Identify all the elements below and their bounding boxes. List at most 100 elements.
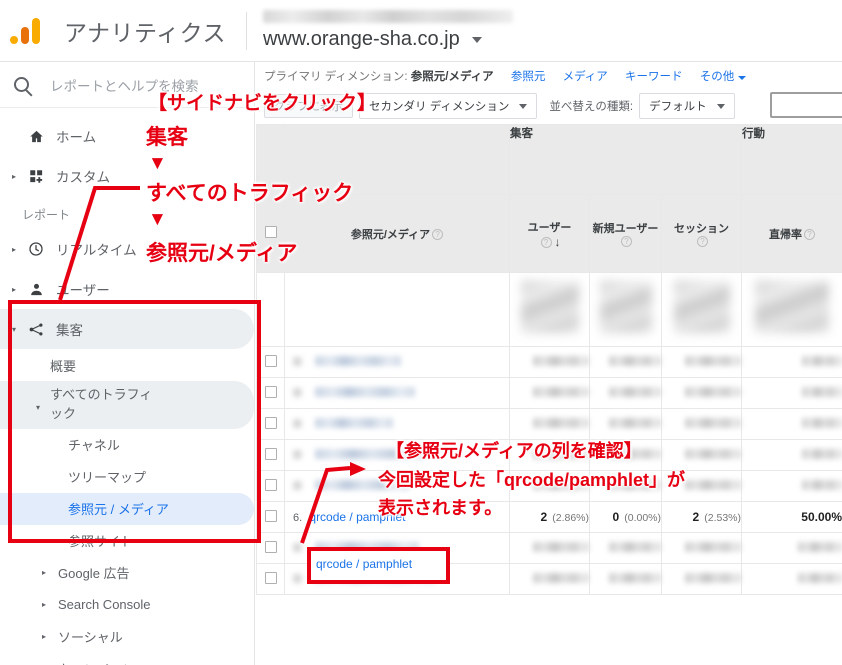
sidebar-item-label: ソーシャル bbox=[58, 630, 123, 646]
row-users-percent: (2.86%) bbox=[552, 512, 589, 524]
dimension-link-medium[interactable]: メディア bbox=[563, 71, 608, 83]
row-number-redacted bbox=[293, 418, 302, 428]
row-users-value: 2 bbox=[540, 510, 548, 524]
table-row[interactable] bbox=[256, 408, 842, 440]
dimension-link-source[interactable]: 参照元 bbox=[511, 71, 546, 83]
property-selector[interactable]: www.orange-sha.co.jp bbox=[262, 10, 513, 51]
chevron-right-icon: ▸ bbox=[41, 632, 46, 642]
sidebar-subitem-all-traffic[interactable]: ▾ すべてのトラフィック bbox=[0, 381, 254, 429]
property-name-row[interactable]: www.orange-sha.co.jp bbox=[263, 28, 513, 51]
clock-icon bbox=[22, 241, 50, 257]
row-checkbox[interactable] bbox=[256, 532, 285, 564]
row-checkbox[interactable] bbox=[256, 439, 285, 471]
column-header-label: セッション bbox=[674, 222, 729, 235]
secondary-dimension-button[interactable]: セカンダリ ディメンション bbox=[359, 93, 538, 119]
sidebar-item-label: キャンペーン bbox=[58, 659, 135, 665]
chevron-right-icon: ▸ bbox=[11, 244, 16, 254]
sidebar-item-users[interactable]: ▸ ユーザー bbox=[0, 269, 254, 309]
sidebar-item-label: ユーザー bbox=[56, 283, 110, 298]
table-row[interactable] bbox=[256, 346, 842, 378]
row-number-redacted bbox=[293, 387, 302, 397]
primary-dimension-current: 参照元/メディア bbox=[410, 71, 494, 83]
row-checkbox[interactable] bbox=[256, 563, 285, 595]
row-checkbox[interactable] bbox=[256, 501, 285, 533]
sidebar-item-campaigns[interactable]: ▸ キャンペーン bbox=[0, 653, 254, 665]
column-header-sessions[interactable]: セッション ? bbox=[661, 194, 742, 273]
sidebar-item-label: 集客 bbox=[56, 323, 83, 338]
column-header-label: 新規ユーザー bbox=[592, 222, 659, 235]
column-header-label: 参照元/メディア bbox=[350, 228, 431, 241]
sidebar-subitem-label: 参照元 / メディア bbox=[68, 502, 169, 518]
row-checkbox[interactable] bbox=[256, 377, 285, 409]
row-checkbox[interactable] bbox=[256, 346, 285, 378]
custom-grid-icon bbox=[22, 169, 50, 184]
caret-down-icon bbox=[716, 103, 725, 109]
row-label-redacted bbox=[315, 572, 436, 583]
sidebar-subitem-overview[interactable]: 概要 bbox=[0, 349, 254, 381]
annotation-table-title: 【参照元/メディアの列を確認】 bbox=[386, 441, 642, 461]
chevron-right-icon: ▸ bbox=[41, 600, 46, 610]
row-number-redacted bbox=[293, 480, 302, 490]
dimension-link-other[interactable]: その他 bbox=[700, 71, 735, 83]
primary-dimension-bar: プライマリ ディメンション: 参照元/メディア 参照元 メディア キーワード そ… bbox=[256, 62, 842, 88]
help-icon[interactable]: ? bbox=[621, 236, 632, 248]
annotation-nav-step2: すべてのトラフィック bbox=[146, 182, 354, 205]
group-header-behavior: 行動 bbox=[741, 124, 842, 195]
sidebar-item-google-ads[interactable]: ▸ Google 広告 bbox=[0, 557, 254, 589]
table-row[interactable] bbox=[256, 377, 842, 409]
caret-down-icon bbox=[738, 76, 747, 80]
caret-down-icon bbox=[472, 36, 483, 43]
row-number-redacted bbox=[293, 449, 302, 459]
column-header-bounce-rate[interactable]: 直帰率? bbox=[741, 194, 842, 273]
sidebar-subitem-label: すべてのトラフィック bbox=[50, 387, 153, 421]
table-summary-row bbox=[256, 272, 842, 347]
sidebar-subitem-channels[interactable]: チャネル bbox=[0, 429, 254, 461]
row-number-redacted bbox=[293, 573, 302, 583]
sidebar-item-label: Search Console bbox=[58, 597, 151, 613]
sidebar-item-search-console[interactable]: ▸ Search Console bbox=[0, 589, 254, 621]
annotation-nav-step1: 集客 bbox=[146, 126, 188, 149]
sidebar-subitem-label: 参照サイト bbox=[68, 534, 134, 550]
help-icon[interactable]: ? bbox=[804, 229, 815, 241]
dimension-link-keyword[interactable]: キーワード bbox=[625, 71, 683, 83]
sidebar-subitem-treemaps[interactable]: ツリーマップ bbox=[0, 461, 254, 493]
arrow-down-icon: ↓ bbox=[554, 234, 561, 249]
help-icon[interactable]: ? bbox=[697, 236, 708, 248]
sidebar: レポートとヘルプを検索 ▸ ホーム ▸ カスタム レポート bbox=[0, 62, 255, 665]
column-header-new-users[interactable]: 新規ユーザー? bbox=[589, 194, 662, 273]
annotation-nav-step3: 参照元/メディア bbox=[146, 242, 298, 265]
person-icon bbox=[22, 282, 50, 297]
row-checkbox[interactable] bbox=[256, 470, 285, 502]
row-new-users-cell bbox=[589, 346, 662, 378]
property-name: www.orange-sha.co.jp bbox=[262, 28, 460, 50]
sidebar-subitem-referrals[interactable]: 参照サイト bbox=[0, 525, 254, 557]
sidebar-item-label: Google 広告 bbox=[58, 566, 130, 582]
row-label-redacted bbox=[315, 541, 420, 552]
sidebar-item-acquisition[interactable]: ▾ 集客 bbox=[0, 309, 254, 349]
row-dimension-cell bbox=[284, 346, 510, 378]
row-bounce-cell bbox=[741, 346, 842, 378]
sidebar-item-home[interactable]: ▸ ホーム bbox=[0, 116, 254, 156]
sort-type-select[interactable]: デフォルト bbox=[639, 93, 735, 119]
sidebar-subitem-source-medium[interactable]: 参照元 / メディア bbox=[0, 492, 254, 525]
row-new-users-value: 0 bbox=[612, 510, 620, 524]
row-users-cell: 2 (2.86%) bbox=[509, 501, 590, 533]
google-analytics-logo bbox=[10, 14, 56, 48]
top-bar: アナリティクス www.orange-sha.co.jp bbox=[0, 0, 842, 62]
chevron-right-icon: ▸ bbox=[41, 568, 46, 578]
home-icon bbox=[22, 129, 50, 144]
account-name-redacted bbox=[262, 10, 513, 23]
table-search-input[interactable] bbox=[770, 92, 842, 118]
group-header-acquisition: 集客 bbox=[509, 124, 742, 195]
row-label-redacted bbox=[315, 417, 394, 428]
help-icon[interactable]: ? bbox=[432, 229, 444, 241]
table-row-qrcode-pamphlet[interactable]: 6. qrcode / pamphlet 2 (2.86%) 0 (0.00%) 2… bbox=[256, 501, 842, 533]
row-dimension-cell bbox=[284, 377, 510, 409]
chevron-down-icon: ▾ bbox=[11, 324, 16, 334]
sidebar-item-social[interactable]: ▸ ソーシャル bbox=[0, 621, 254, 653]
sidebar-subitem-label: ツリーマップ bbox=[68, 470, 147, 486]
annotation-nav-title: 【サイドナビをクリック】 bbox=[148, 93, 377, 114]
column-header-users[interactable]: ユーザー ? ↓ bbox=[509, 194, 590, 273]
help-icon[interactable]: ? bbox=[540, 237, 552, 249]
row-checkbox[interactable] bbox=[256, 408, 285, 440]
